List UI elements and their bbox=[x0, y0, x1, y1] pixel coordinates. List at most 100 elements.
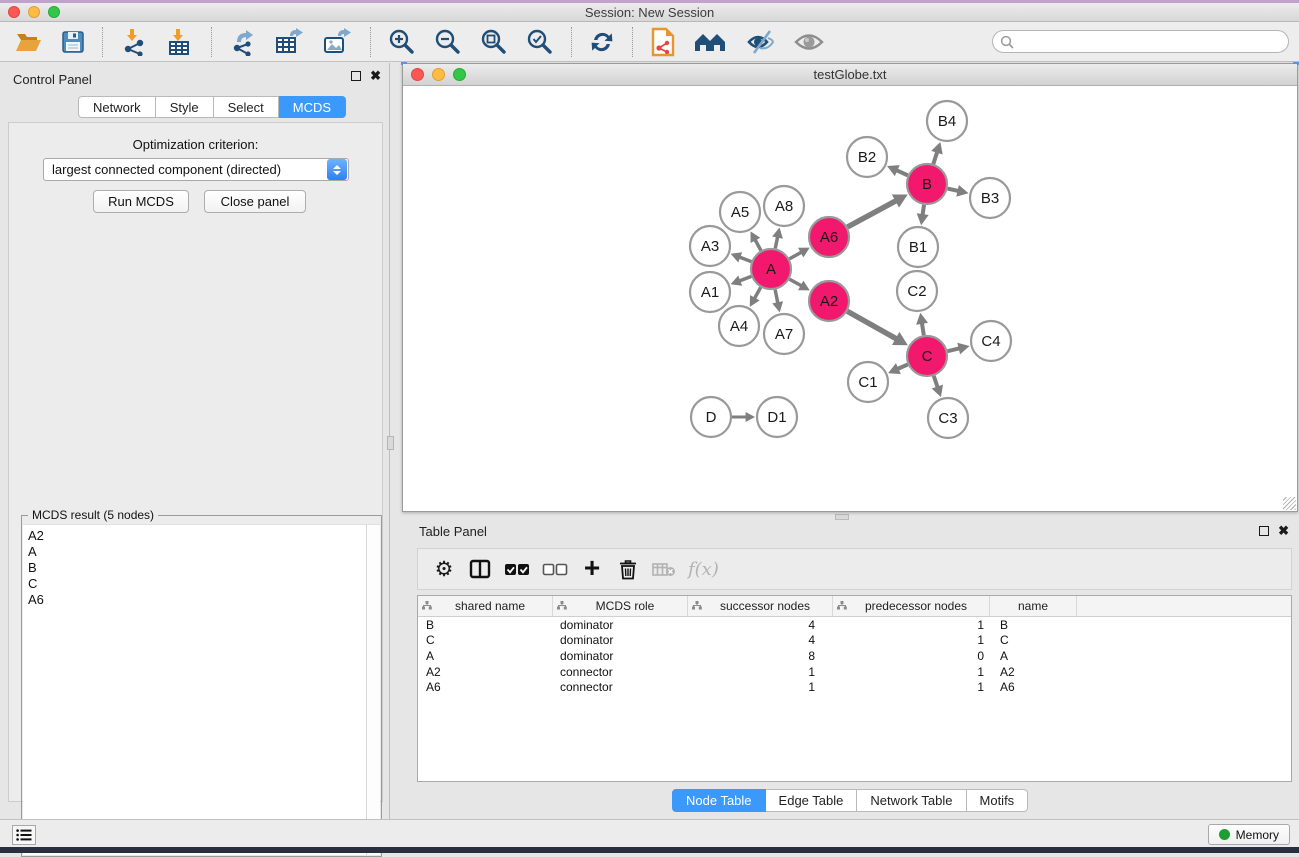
import-network-icon[interactable] bbox=[111, 25, 157, 59]
table-cell[interactable]: 8 bbox=[688, 649, 833, 663]
table-cell[interactable]: C bbox=[990, 633, 1077, 647]
table-cell[interactable]: dominator bbox=[553, 618, 688, 632]
edge-A-A2[interactable] bbox=[789, 279, 801, 286]
scrollbar-track[interactable] bbox=[366, 525, 380, 855]
result-list-item[interactable]: A2 bbox=[24, 528, 364, 544]
column-header-successor-nodes[interactable]: successor nodes bbox=[688, 596, 833, 616]
close-panel-icon[interactable]: ✖ bbox=[1278, 526, 1289, 536]
eye-icon[interactable] bbox=[785, 25, 833, 59]
deselect-all-icon[interactable] bbox=[536, 551, 574, 587]
table-cell[interactable]: B bbox=[990, 618, 1077, 632]
table-cell[interactable]: dominator bbox=[553, 649, 688, 663]
import-table-icon[interactable] bbox=[157, 25, 203, 59]
tab-select[interactable]: Select bbox=[214, 96, 279, 118]
vertical-splitter-handle[interactable] bbox=[387, 436, 394, 450]
add-column-icon[interactable]: + bbox=[574, 551, 610, 587]
mcds-result-list[interactable]: A2ABCA6 bbox=[23, 524, 380, 855]
table-row[interactable]: Cdominator41C bbox=[418, 633, 1291, 649]
zoom-out-icon[interactable] bbox=[425, 25, 471, 59]
result-list-item[interactable]: B bbox=[24, 560, 364, 576]
network-window-titlebar[interactable]: testGlobe.txt bbox=[403, 64, 1297, 86]
function-builder-icon[interactable]: f(x) bbox=[682, 551, 725, 587]
zoom-fit-icon[interactable] bbox=[471, 25, 517, 59]
edge-C-C3[interactable] bbox=[934, 376, 938, 388]
task-history-button[interactable] bbox=[12, 825, 36, 845]
result-list-item[interactable]: C bbox=[24, 576, 364, 592]
table-cell[interactable]: 0 bbox=[833, 649, 990, 663]
table-options-gear-icon[interactable]: ⚙ bbox=[426, 551, 462, 587]
edge-A-A6[interactable] bbox=[789, 252, 801, 259]
edge-A-A8[interactable] bbox=[775, 237, 777, 249]
trash-icon[interactable] bbox=[610, 551, 646, 587]
column-header-predecessor-nodes[interactable]: predecessor nodes bbox=[833, 596, 990, 616]
edge-A-A7[interactable] bbox=[775, 290, 778, 304]
tab-motifs[interactable]: Motifs bbox=[967, 789, 1029, 812]
edge-B-B2[interactable] bbox=[896, 170, 907, 175]
save-icon[interactable] bbox=[52, 25, 94, 59]
table-cell[interactable]: C bbox=[418, 633, 553, 647]
table-cell[interactable]: connector bbox=[553, 665, 688, 679]
zoom-selected-icon[interactable] bbox=[517, 25, 563, 59]
table-row[interactable]: A2connector11A2 bbox=[418, 664, 1291, 680]
table-cell[interactable]: A2 bbox=[418, 665, 553, 679]
open-folder-icon[interactable] bbox=[6, 25, 52, 59]
table-cell[interactable]: A6 bbox=[418, 680, 553, 694]
column-header-shared-name[interactable]: shared name bbox=[418, 596, 553, 616]
edge-A2-C[interactable] bbox=[847, 311, 896, 339]
export-image-icon[interactable] bbox=[314, 25, 362, 59]
resize-grip[interactable] bbox=[1283, 497, 1296, 510]
tab-network-table[interactable]: Network Table bbox=[857, 789, 966, 812]
table-cell[interactable]: 1 bbox=[688, 680, 833, 694]
edge-C-C1[interactable] bbox=[897, 364, 907, 369]
tab-mcds[interactable]: MCDS bbox=[279, 96, 346, 118]
table-cell[interactable]: 1 bbox=[688, 665, 833, 679]
export-network-icon[interactable] bbox=[220, 25, 266, 59]
memory-button[interactable]: Memory bbox=[1208, 824, 1290, 845]
export-table-icon[interactable] bbox=[266, 25, 314, 59]
table-cell[interactable]: 1 bbox=[833, 633, 990, 647]
table-cell[interactable]: A2 bbox=[990, 665, 1077, 679]
table-cell[interactable]: 4 bbox=[688, 633, 833, 647]
edge-B-B1[interactable] bbox=[923, 205, 924, 215]
float-panel-icon[interactable] bbox=[351, 71, 361, 81]
result-list-item[interactable]: A6 bbox=[24, 592, 364, 608]
column-visibility-icon[interactable] bbox=[462, 551, 498, 587]
show-hide-graphics-icon[interactable] bbox=[737, 25, 785, 59]
float-panel-icon[interactable] bbox=[1259, 526, 1269, 536]
table-cell[interactable]: 1 bbox=[833, 618, 990, 632]
edge-B-B4[interactable] bbox=[933, 152, 937, 164]
edge-A-A5[interactable] bbox=[755, 239, 761, 250]
edge-B-B3[interactable] bbox=[947, 189, 958, 191]
network-canvas[interactable]: B4B2BB3B1A5A8A6A3AA1A2C2A4A7CC4C1C3DD1 bbox=[403, 86, 1297, 510]
tab-style[interactable]: Style bbox=[156, 96, 214, 118]
table-row[interactable]: Adominator80A bbox=[418, 648, 1291, 664]
table-cell[interactable]: 1 bbox=[833, 680, 990, 694]
edge-C-C2[interactable] bbox=[922, 323, 924, 335]
new-session-icon[interactable] bbox=[641, 25, 685, 59]
refresh-icon[interactable] bbox=[580, 25, 624, 59]
table-cell[interactable]: A6 bbox=[990, 680, 1077, 694]
network-graph[interactable]: B4B2BB3B1A5A8A6A3AA1A2C2A4A7CC4C1C3DD1 bbox=[403, 86, 1297, 510]
run-mcds-button[interactable]: Run MCDS bbox=[93, 190, 189, 213]
close-panel-button[interactable]: Close panel bbox=[204, 190, 306, 213]
table-row[interactable]: Bdominator41B bbox=[418, 617, 1291, 633]
tab-edge-table[interactable]: Edge Table bbox=[766, 789, 858, 812]
column-header-name[interactable]: name bbox=[990, 596, 1077, 616]
open-recent-icon[interactable] bbox=[685, 25, 737, 59]
zoom-in-icon[interactable] bbox=[379, 25, 425, 59]
tab-network[interactable]: Network bbox=[78, 96, 156, 118]
tab-node-table[interactable]: Node Table bbox=[672, 789, 766, 812]
table-cell[interactable]: connector bbox=[553, 680, 688, 694]
table-cell[interactable]: A bbox=[418, 649, 553, 663]
edge-A-A3[interactable] bbox=[739, 257, 751, 262]
close-panel-icon[interactable]: ✖ bbox=[370, 71, 381, 81]
table-cell[interactable]: 4 bbox=[688, 618, 833, 632]
edge-A6-B[interactable] bbox=[847, 201, 896, 227]
edge-C-C4[interactable] bbox=[947, 348, 959, 351]
edge-A-A1[interactable] bbox=[739, 276, 751, 281]
search-input[interactable] bbox=[1014, 35, 1264, 49]
table-cell[interactable]: B bbox=[418, 618, 553, 632]
result-list-item[interactable]: A bbox=[24, 544, 364, 560]
edge-A-A4[interactable] bbox=[754, 287, 760, 298]
table-row[interactable]: A6connector11A6 bbox=[418, 679, 1291, 695]
